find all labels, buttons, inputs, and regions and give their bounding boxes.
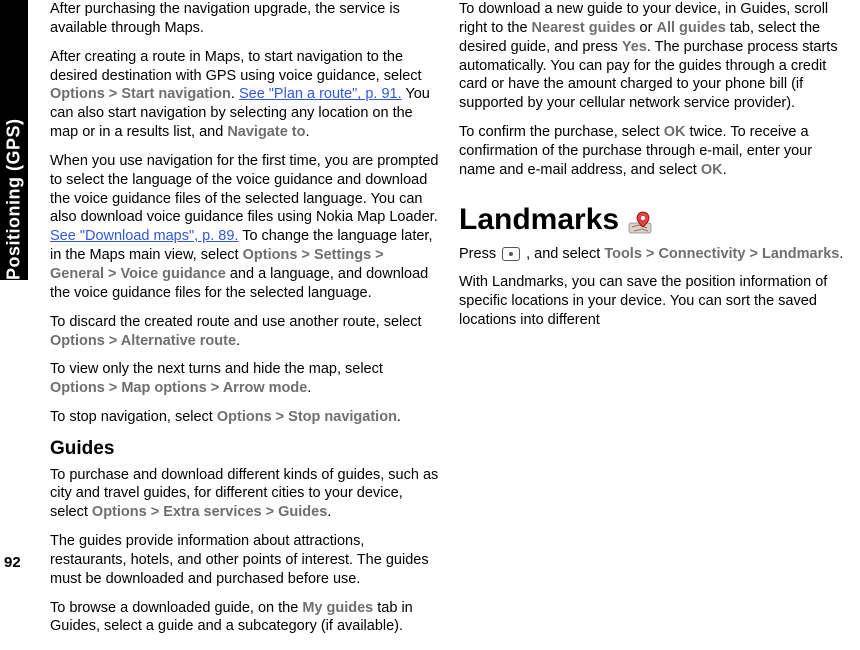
paragraph: With Landmarks, you can save the positio…	[459, 273, 850, 330]
page-number: 92	[4, 553, 21, 573]
body-text: After creating a route in Maps, to start…	[50, 49, 422, 84]
body-text: To view only the next turns and hide the…	[50, 361, 383, 377]
menu-path-item: Options	[243, 247, 298, 263]
body-text: With Landmarks, you can save the positio…	[459, 274, 827, 328]
subheading-guides: Guides	[50, 437, 441, 462]
menu-path-sep: >	[272, 409, 289, 425]
section-tab: Positioning (GPS)	[0, 0, 28, 280]
menu-path-item: Yes	[622, 39, 647, 55]
body-text: To stop navigation, select	[50, 409, 217, 425]
menu-path-sep: >	[105, 86, 122, 102]
paragraph: After purchasing the navigation upgrade,…	[50, 0, 441, 38]
menu-path-item: My guides	[302, 600, 373, 616]
menu-path-item: Connectivity	[658, 246, 745, 262]
menu-path-item: Voice guidance	[121, 266, 226, 282]
menu-path-item: Settings	[314, 247, 371, 263]
menu-path-item: Alternative route	[121, 333, 236, 349]
menu-path-sep: >	[105, 333, 121, 349]
body-text: .	[305, 124, 309, 140]
menu-path-sep: >	[745, 246, 762, 262]
menu-path-item: Extra services	[163, 504, 261, 520]
paragraph: To purchase and download different kinds…	[50, 466, 441, 523]
menu-path-sep: >	[297, 247, 314, 263]
menu-path-item: Navigate to	[227, 124, 305, 140]
paragraph: When you use navigation for the first ti…	[50, 152, 441, 303]
menu-path-item: Tools	[604, 246, 642, 262]
paragraph: Press , and select Tools > Connectivity …	[459, 245, 850, 264]
body-text: .	[236, 333, 240, 349]
body-text: , and select	[522, 246, 604, 262]
menu-path-item: Guides	[278, 504, 327, 520]
paragraph: To view only the next turns and hide the…	[50, 360, 441, 398]
menu-path-sep: >	[105, 380, 122, 396]
body-text: Press	[459, 246, 500, 262]
menu-path-item: All guides	[656, 20, 725, 36]
menu-path-sep: >	[371, 247, 384, 263]
body-text: .	[723, 162, 727, 178]
section-tab-label: Positioning (GPS)	[2, 119, 25, 281]
body-text: To discard the created route and use ano…	[50, 314, 422, 330]
body-text: The guides provide information about att…	[50, 533, 429, 587]
menu-path-item: Start navigation	[121, 86, 231, 102]
heading-landmarks-label: Landmarks	[459, 200, 619, 239]
paragraph: To browse a downloaded guide, on the My …	[50, 599, 441, 637]
body-text: .	[397, 409, 401, 425]
menu-path-item: Nearest guides	[532, 20, 636, 36]
menu-path-sep: >	[147, 504, 164, 520]
heading-landmarks: Landmarks	[459, 200, 653, 239]
menu-path-item: OK	[701, 162, 723, 178]
menu-key-icon	[502, 247, 520, 261]
paragraph: To download a new guide to your device, …	[459, 0, 850, 113]
body-text: To confirm the purchase, select	[459, 124, 664, 140]
body-text: After purchasing the navigation upgrade,…	[50, 1, 400, 36]
body-text: When you use navigation for the first ti…	[50, 153, 438, 226]
paragraph: The guides provide information about att…	[50, 532, 441, 589]
paragraph: After creating a route in Maps, to start…	[50, 48, 441, 142]
menu-path-item: Options	[92, 504, 147, 520]
paragraph: To discard the created route and use ano…	[50, 313, 441, 351]
body-text: To browse a downloaded guide, on the	[50, 600, 302, 616]
menu-path-item: Landmarks	[762, 246, 839, 262]
menu-path-item: Options	[50, 333, 105, 349]
body-text: .	[839, 246, 843, 262]
body-text: .	[307, 380, 311, 396]
menu-path-item: Arrow mode	[223, 380, 308, 396]
menu-path-sep: >	[104, 266, 121, 282]
menu-path-sep: >	[642, 246, 659, 262]
menu-path-sep: >	[262, 504, 279, 520]
menu-path-item: Map options	[121, 380, 206, 396]
menu-path-item: Options	[217, 409, 272, 425]
body-text: .	[327, 504, 331, 520]
cross-reference-link[interactable]: See "Plan a route", p. 91.	[239, 86, 402, 102]
body-text: or	[636, 20, 657, 36]
landmarks-icon	[627, 206, 653, 232]
menu-path-item: Stop navigation	[288, 409, 397, 425]
menu-path-item: General	[50, 266, 104, 282]
menu-path-item: OK	[664, 124, 686, 140]
menu-path-item: Options	[50, 86, 105, 102]
paragraph: To stop navigation, select Options > Sto…	[50, 408, 441, 427]
page-content: After purchasing the navigation upgrade,…	[50, 0, 850, 650]
cross-reference-link[interactable]: See "Download maps", p. 89.	[50, 228, 238, 244]
menu-path-sep: >	[207, 380, 223, 396]
paragraph: To confirm the purchase, select OK twice…	[459, 123, 850, 180]
body-text: .	[231, 86, 239, 102]
menu-path-item: Options	[50, 380, 105, 396]
